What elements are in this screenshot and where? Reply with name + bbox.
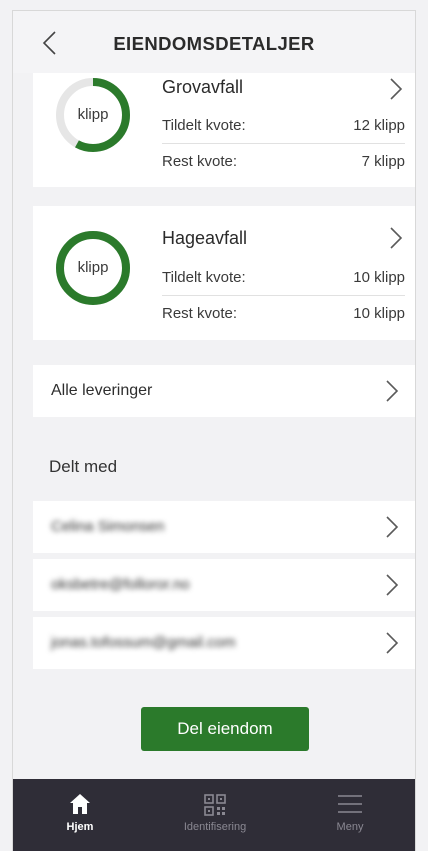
category-title: Grovavfall bbox=[162, 77, 244, 97]
tab-menu[interactable]: Meny bbox=[283, 779, 415, 851]
tab-home[interactable]: Hjem bbox=[13, 779, 147, 851]
quota-card-hageavfall[interactable]: klipp Hageavfall Tildelt kvote: 10 klipp… bbox=[33, 206, 415, 340]
allotted-quota-label: Tildelt kvote: bbox=[162, 269, 246, 286]
ring-unit-label: klipp bbox=[77, 259, 109, 276]
bottom-tab-bar: Hjem Identifisering Meny bbox=[13, 779, 415, 851]
row-divider bbox=[162, 295, 405, 296]
row-divider bbox=[162, 143, 405, 144]
chevron-right-icon bbox=[386, 632, 399, 654]
ring-unit-label: klipp bbox=[77, 106, 109, 123]
remaining-quota-value: 10 klipp bbox=[353, 305, 405, 322]
shared-with-heading: Delt med bbox=[49, 457, 118, 476]
allotted-quota-row: Tildelt kvote: 12 klipp bbox=[162, 117, 405, 134]
all-deliveries-label: Alle leveringer bbox=[51, 382, 153, 399]
shared-person-email: jonas.tofossum@gmail.com bbox=[51, 634, 236, 651]
tab-identification[interactable]: Identifisering bbox=[148, 779, 282, 851]
chevron-right-icon bbox=[390, 78, 403, 100]
home-icon bbox=[70, 794, 90, 814]
allotted-quota-label: Tildelt kvote: bbox=[162, 117, 246, 134]
remaining-quota-row: Rest kvote: 10 klipp bbox=[162, 305, 405, 322]
tab-label: Hjem bbox=[66, 821, 94, 833]
shared-with-item[interactable]: Celina Simonsen bbox=[33, 501, 415, 553]
remaining-quota-label: Rest kvote: bbox=[162, 153, 238, 170]
chevron-right-icon bbox=[386, 516, 399, 538]
category-title: Hageavfall bbox=[162, 228, 248, 248]
shared-with-item[interactable]: jonas.tofossum@gmail.com bbox=[33, 617, 415, 669]
remaining-quota-row: Rest kvote: 7 klipp bbox=[162, 153, 405, 170]
chevron-right-icon bbox=[386, 574, 399, 596]
shared-person-name: Celina Simonsen bbox=[51, 518, 165, 535]
tab-label: Meny bbox=[336, 821, 364, 833]
shared-person-email: oksbetre@folloror.no bbox=[51, 576, 190, 593]
qr-code-icon bbox=[204, 794, 226, 816]
chevron-right-icon bbox=[386, 380, 399, 402]
shared-with-item[interactable]: oksbetre@folloror.no bbox=[33, 559, 415, 611]
remaining-quota-label: Rest kvote: bbox=[162, 305, 238, 322]
tab-label: Identifisering bbox=[183, 821, 247, 833]
all-deliveries-link[interactable]: Alle leveringer bbox=[33, 365, 415, 417]
chevron-right-icon bbox=[390, 227, 403, 249]
allotted-quota-row: Tildelt kvote: 10 klipp bbox=[162, 269, 405, 286]
quota-ring-chart: klipp bbox=[55, 77, 131, 153]
share-property-button[interactable]: Del eiendom bbox=[141, 707, 309, 751]
top-header: EIENDOMSDETALJER bbox=[13, 11, 415, 73]
remaining-quota-value: 7 klipp bbox=[361, 153, 405, 170]
menu-icon bbox=[338, 795, 362, 813]
allotted-quota-value: 12 klipp bbox=[353, 117, 405, 134]
allotted-quota-value: 10 klipp bbox=[353, 269, 405, 286]
page-title: EIENDOMSDETALJER bbox=[113, 33, 315, 54]
app-screen: klipp Grovavfall Tildelt kvote: 12 klipp… bbox=[12, 10, 416, 851]
quota-ring-chart: klipp bbox=[55, 230, 131, 306]
